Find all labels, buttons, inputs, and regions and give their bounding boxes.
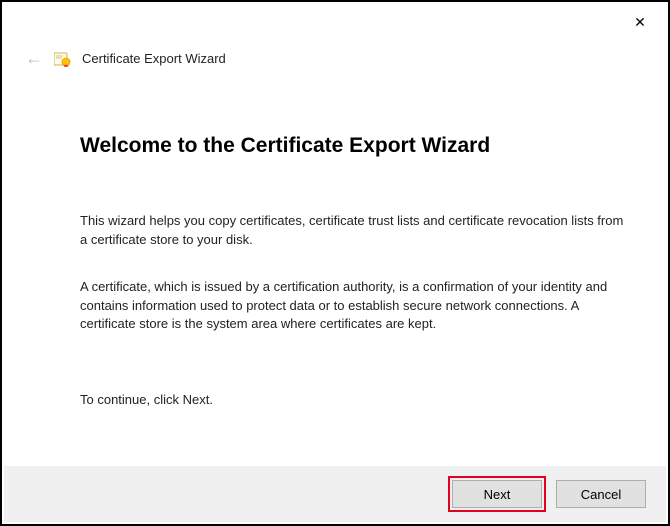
close-icon: ✕ — [634, 14, 646, 31]
cancel-button[interactable]: Cancel — [556, 480, 646, 508]
wizard-title: Certificate Export Wizard — [82, 51, 226, 66]
certificate-wizard-icon — [54, 51, 72, 67]
wizard-content: Welcome to the Certificate Export Wizard… — [80, 134, 630, 407]
wizard-header: ← Certificate Export Wizard — [24, 48, 226, 69]
continue-text: To continue, click Next. — [80, 392, 630, 407]
titlebar: ✕ — [624, 2, 668, 42]
close-button[interactable]: ✕ — [624, 10, 656, 34]
next-button-highlight: Next — [448, 476, 546, 512]
wizard-footer: Next Cancel — [4, 466, 666, 522]
intro-text: This wizard helps you copy certificates,… — [80, 212, 630, 250]
back-arrow-icon: ← — [24, 48, 44, 69]
explain-text: A certificate, which is issued by a cert… — [80, 278, 630, 335]
page-heading: Welcome to the Certificate Export Wizard — [80, 134, 630, 158]
next-button[interactable]: Next — [452, 480, 542, 508]
